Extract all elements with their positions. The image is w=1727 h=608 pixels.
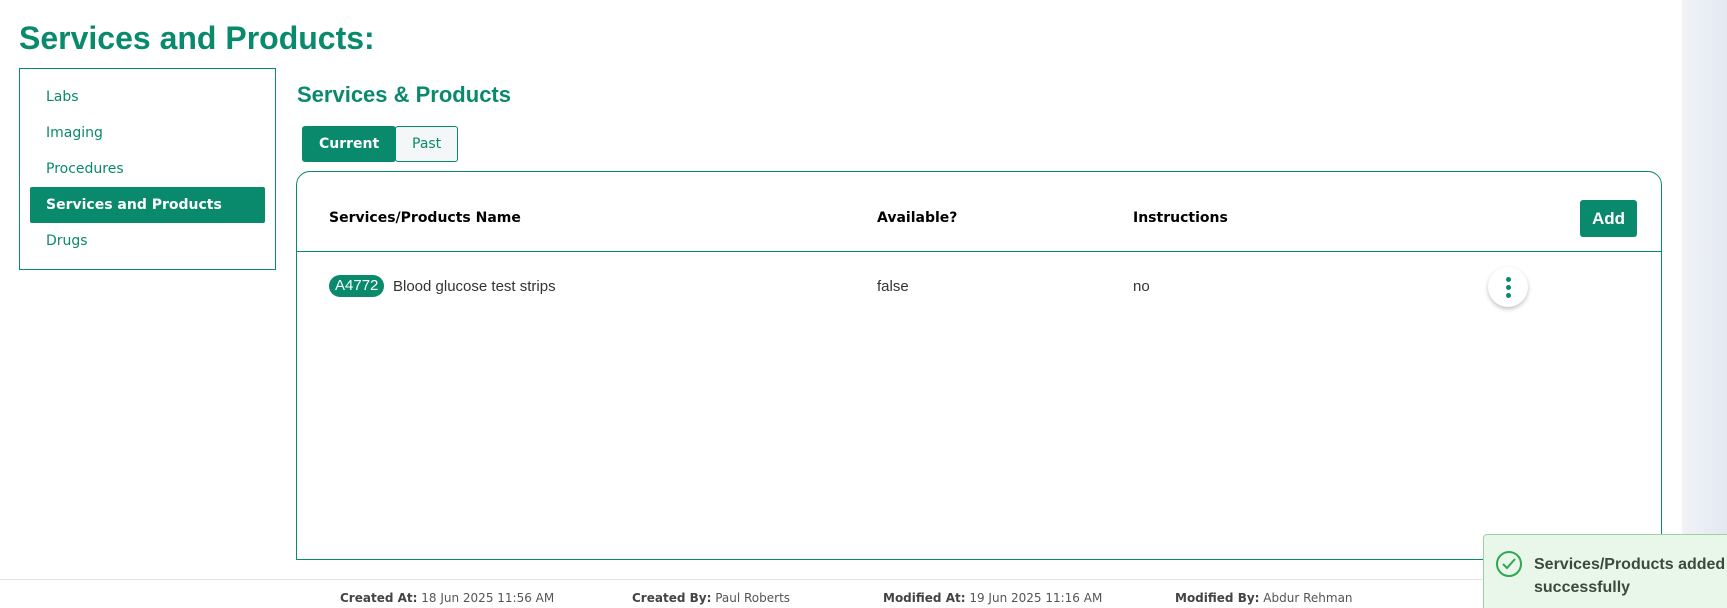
section-title: Services & Products [297,82,511,107]
table-row: A4772 Blood glucose test strips false no [297,252,1661,322]
add-button[interactable]: Add [1580,200,1637,237]
column-header-instructions: Instructions [1133,210,1228,226]
footer-modified-by: Modified By: Abdur Rehman [1175,591,1353,605]
tab-past[interactable]: Past [395,126,459,162]
tab-current[interactable]: Current [302,126,397,162]
footer-created-by: Created By: Paul Roberts [632,591,791,605]
check-circle-icon [1496,551,1522,577]
sidebar: Labs Imaging Procedures Services and Pro… [19,68,276,270]
toast-message: Services/Products added successfully [1534,556,1726,596]
column-header-available: Available? [877,210,958,226]
product-name: Blood glucose test strips [393,278,556,295]
product-available: false [877,278,909,295]
page-title: Services and Products: [19,20,375,56]
footer-modified-at: Modified At: 19 Jun 2025 11:16 AM [883,591,1103,605]
product-code-badge: A4772 [329,275,385,297]
success-toast[interactable]: Services/Products added successfully [1483,534,1727,608]
sidebar-item-services-and-products[interactable]: Services and Products [30,187,265,223]
product-instructions: no [1133,278,1150,295]
footer-created-at: Created At: 18 Jun 2025 11:56 AM [340,591,555,605]
sidebar-item-drugs[interactable]: Drugs [30,223,265,259]
footer-divider [0,579,1727,580]
page-scrollbar[interactable] [1682,0,1727,608]
table-header: Services/Products Name Available? Instru… [297,172,1661,252]
sidebar-item-procedures[interactable]: Procedures [30,151,265,187]
row-actions-kebab-icon[interactable] [1488,267,1528,307]
column-header-name: Services/Products Name [329,210,521,226]
services-table-card: Services/Products Name Available? Instru… [296,171,1662,560]
sidebar-item-labs[interactable]: Labs [30,79,265,115]
sidebar-item-imaging[interactable]: Imaging [30,115,265,151]
